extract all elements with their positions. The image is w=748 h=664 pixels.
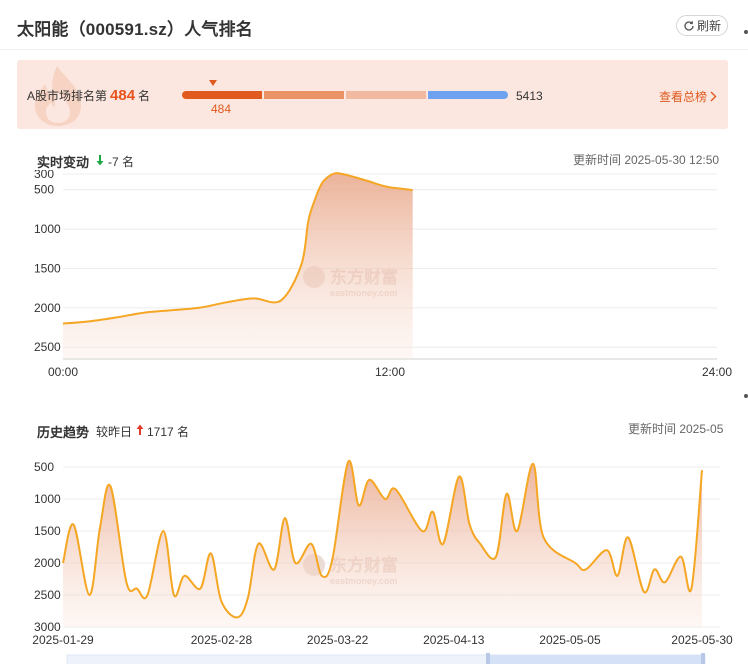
rank-marker-label: 484 — [211, 102, 232, 116]
y-tick-label: 500 — [34, 460, 54, 474]
history-title: 历史趋势 — [37, 425, 90, 440]
x-tick-label: 00:00 — [48, 365, 78, 379]
rank-total: 5413 — [516, 89, 543, 103]
history-change-prefix: 较昨日 — [96, 425, 133, 439]
x-tick-label: 2025-05-05 — [539, 633, 601, 647]
rank-suffix: 名 — [138, 89, 151, 103]
y-tick-label: 500 — [34, 183, 54, 197]
rank-panel: A股市场排名第 484 名 484 5413 查看总榜 — [17, 60, 728, 129]
y-tick-label: 2000 — [34, 556, 61, 570]
realtime-title: 实时变动 — [37, 155, 90, 170]
y-tick-label: 1500 — [34, 261, 61, 275]
realtime-chart: 300500100015002000250000:0012:0024:00东方财… — [34, 170, 732, 379]
edge-dot — [744, 30, 748, 34]
y-tick-label: 1000 — [34, 492, 61, 506]
page-header: 太阳能（000591.sz）人气排名 刷新 — [0, 0, 748, 50]
arrow-up-icon — [136, 424, 144, 435]
rank-prefix: A股市场排名第 — [27, 89, 108, 103]
y-tick-label: 2000 — [34, 301, 61, 315]
y-tick-label: 3000 — [34, 620, 61, 634]
x-tick-label: 2025-05-30 — [671, 633, 733, 647]
realtime-update-time: 更新时间 2025-05-30 12:50 — [573, 153, 720, 167]
page-title: 太阳能（000591.sz）人气排名 — [17, 20, 254, 39]
rank-bar-segment-3 — [346, 91, 426, 99]
view-all-link[interactable]: 查看总榜 — [659, 88, 717, 105]
refresh-label: 刷新 — [696, 19, 721, 33]
history-update-time: 更新时间 2025-05 — [628, 422, 724, 436]
rank-marker-icon — [209, 80, 217, 86]
y-tick-label: 1000 — [34, 222, 61, 236]
refresh-icon — [684, 20, 694, 31]
x-tick-label: 24:00 — [702, 365, 732, 379]
rank-bar-segment-4 — [428, 91, 508, 99]
x-tick-label: 2025-03-22 — [307, 633, 369, 647]
x-tick-label: 12:00 — [375, 365, 405, 379]
rank-bar-segment-1 — [182, 91, 262, 99]
history-chart: 500 1000 1500 2000 2500 30002025-01-29 2025-02… — [32, 459, 733, 664]
x-tick-label: 2025-04-13 — [423, 633, 485, 647]
rank-value: 484 — [110, 87, 136, 104]
range-slider-handle-left[interactable] — [486, 653, 490, 664]
y-tick-label: 2500 — [34, 340, 61, 354]
range-slider-handle-right[interactable] — [701, 653, 705, 664]
range-slider-selection[interactable] — [488, 655, 705, 664]
history-change: 1717 名 — [147, 425, 190, 439]
y-tick-label: 300 — [34, 170, 54, 181]
rank-text: A股市场排名第 484 名 — [27, 87, 150, 104]
chevron-right-icon — [710, 91, 717, 102]
realtime-change: -7 名 — [108, 155, 135, 169]
x-tick-label: 2025-02-28 — [191, 633, 253, 647]
realtime-area — [63, 173, 413, 359]
rank-bar-segment-2 — [264, 91, 344, 99]
arrow-down-icon — [96, 155, 104, 166]
x-tick-label: 2025-01-29 — [32, 633, 94, 647]
refresh-button[interactable]: 刷新 — [676, 15, 728, 36]
y-tick-label: 1500 — [34, 524, 61, 538]
edge-dot — [744, 394, 748, 398]
view-all-label: 查看总榜 — [659, 90, 708, 104]
y-tick-label: 2500 — [34, 588, 61, 602]
